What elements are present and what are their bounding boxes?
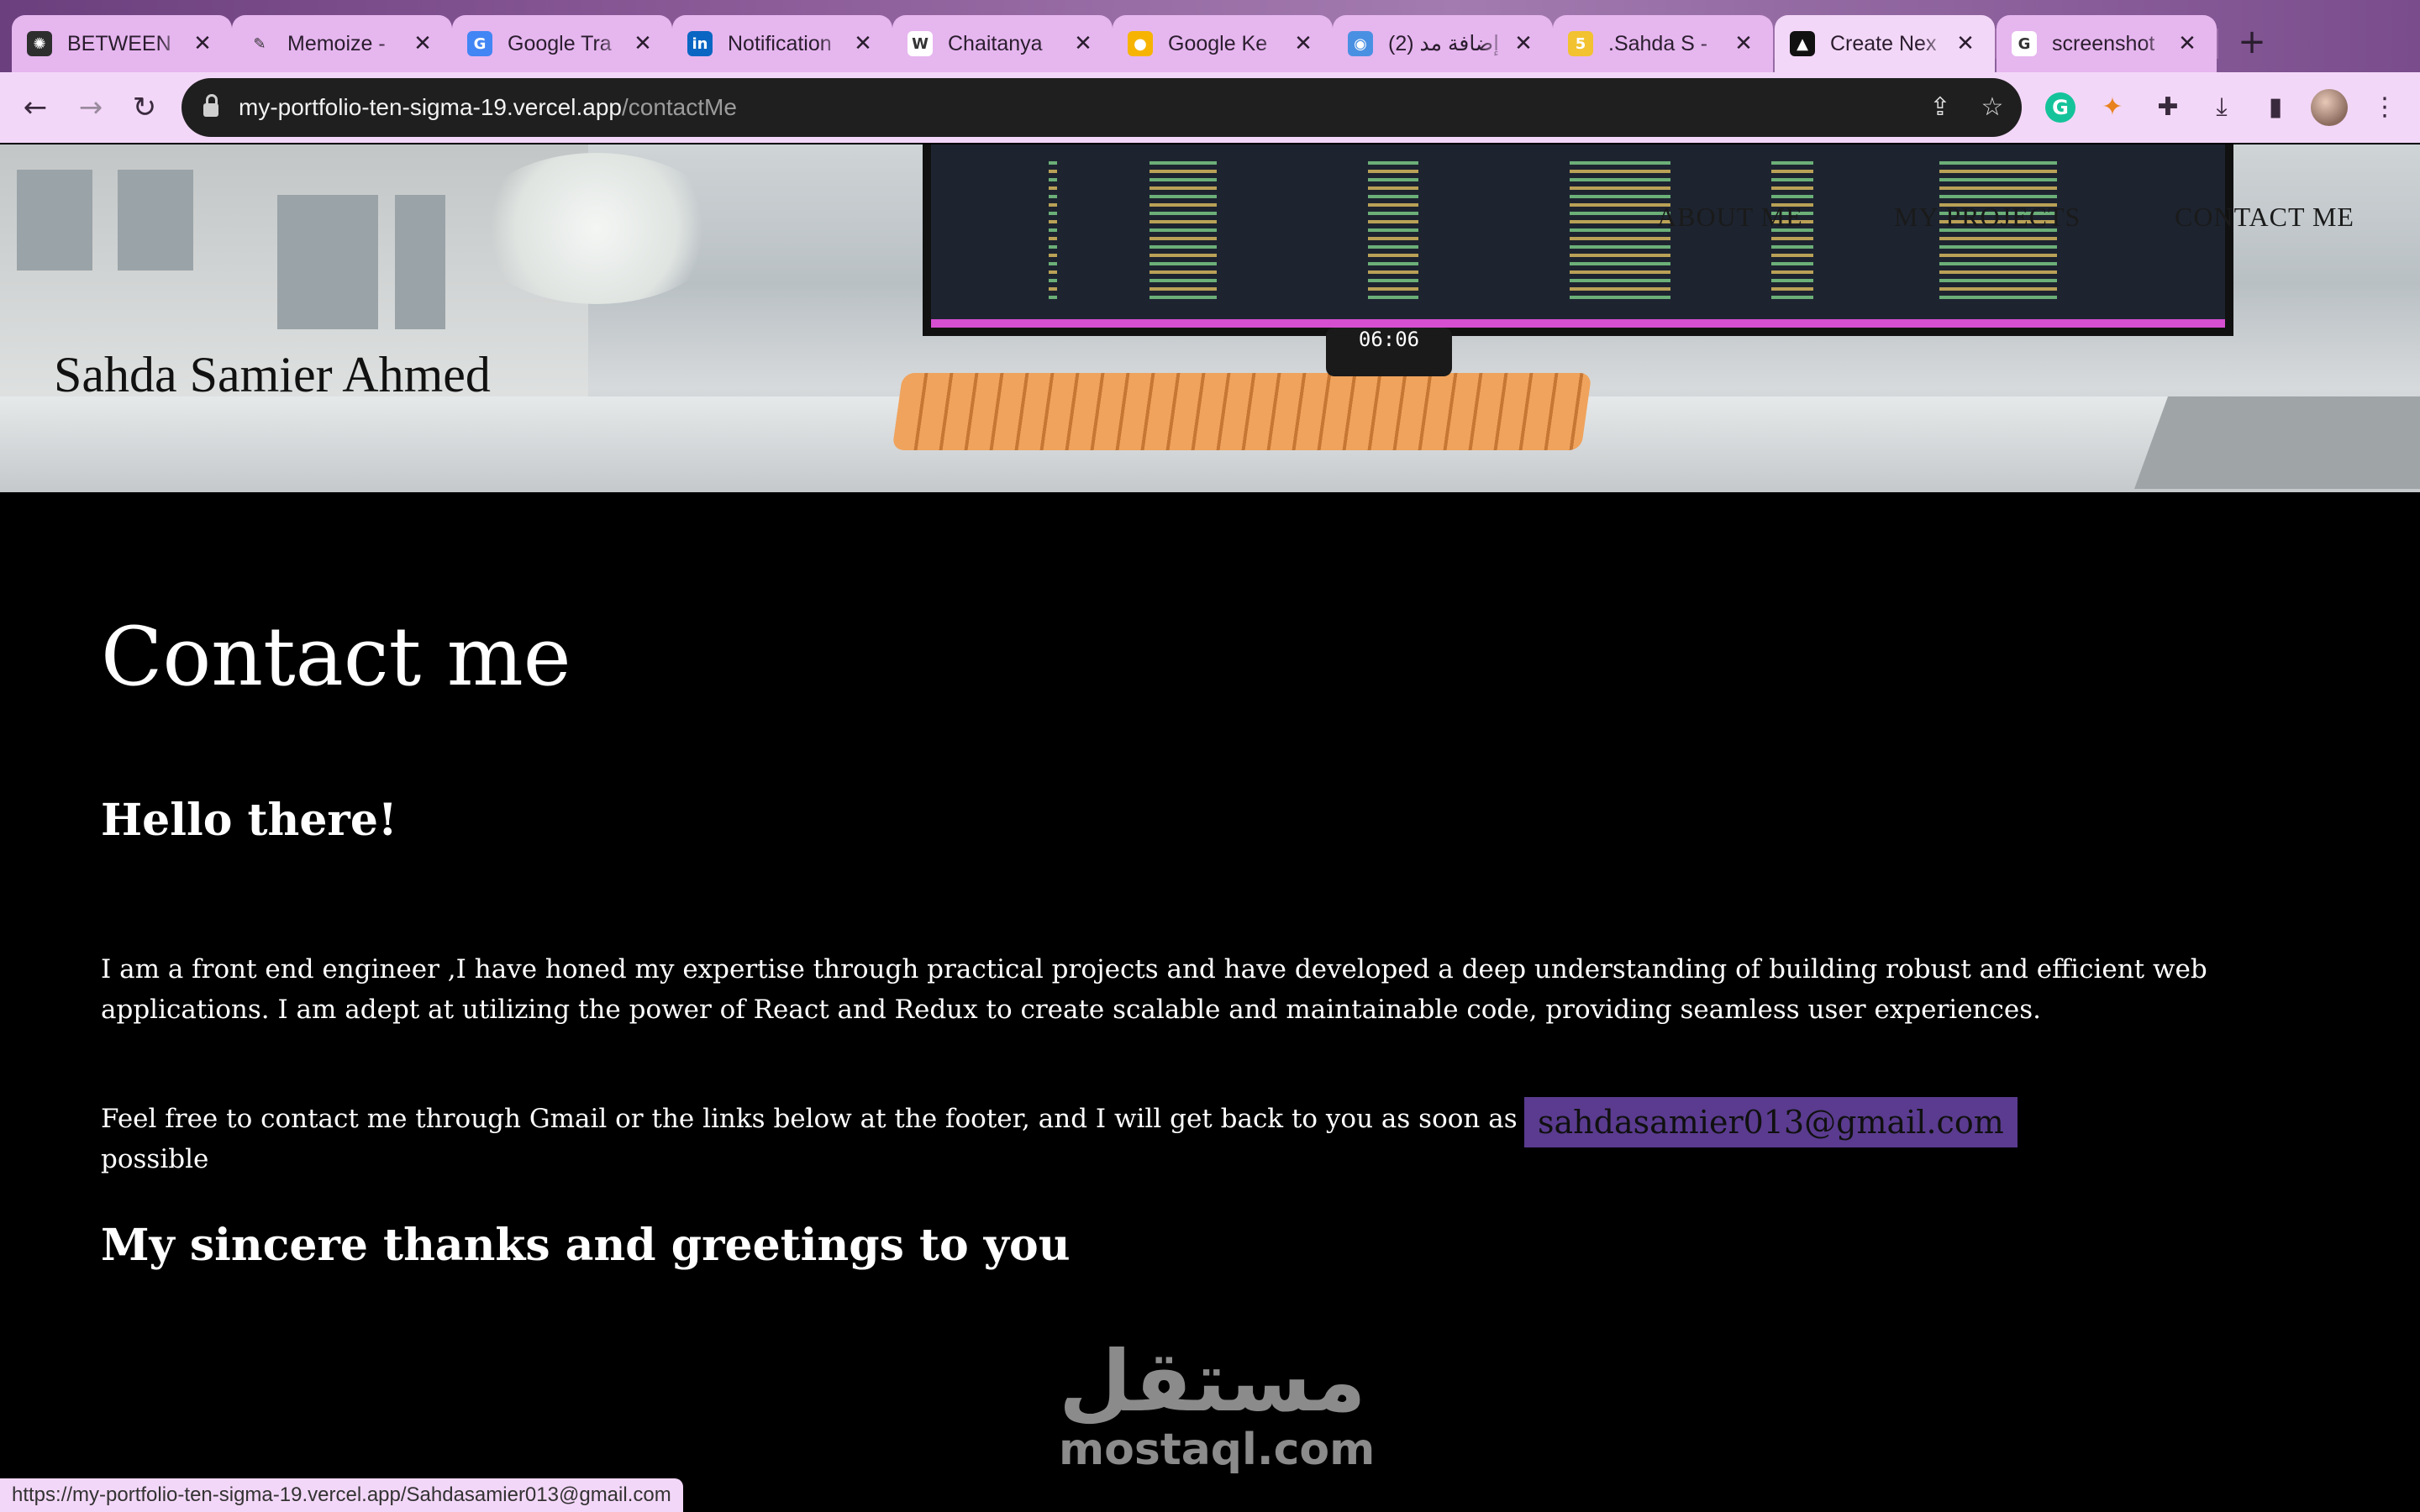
url-text[interactable]: my-portfolio-ten-sigma-19.vercel.app/con… [239,78,737,137]
window-shape [277,195,378,329]
nav-my-projects[interactable]: MY PROJECTS [1894,202,2081,233]
close-tab-icon[interactable]: ✕ [1069,31,1097,56]
extensions-puzzle-icon[interactable]: ✚ [2149,89,2186,126]
browser-tab[interactable]: ✺ BETWEEN ✕ [12,15,234,72]
mostaql-icon: ◉ [1348,31,1373,56]
thanks-heading: My sincere thanks and greetings to you [101,1220,1071,1271]
code-line [1939,161,2057,304]
tab-title: Google Tra [508,31,612,55]
address-bar[interactable]: my-portfolio-ten-sigma-19.vercel.app/con… [182,78,2022,137]
hero-banner-image: 06:06 [0,144,2420,492]
lock-icon[interactable] [203,94,218,117]
code-line [1771,161,1813,304]
profile-avatar[interactable] [2311,89,2348,126]
close-tab-icon[interactable]: ✕ [1729,31,1758,56]
site-title[interactable]: Sahda Samier Ahmed [54,346,491,404]
code-line [1049,161,1057,304]
tab-title: BETWEEN [67,31,171,55]
grammarly-extension-icon[interactable]: G [2045,92,2075,123]
monitor-illustration [923,144,2233,336]
page-title: Contact me [101,610,571,704]
browser-tab[interactable]: ◉ (2) إضافة مد ✕ [1333,15,1555,72]
code-line [1150,161,1217,304]
code-line [1570,161,1670,304]
wix-icon: W [908,31,933,56]
vercel-icon: ▲ [1790,31,1815,56]
tab-title: .Sahda S - [1608,31,1708,55]
tab-title: Chaitanya [948,31,1043,55]
nav-contact-me[interactable]: CONTACT ME [2175,202,2354,233]
tab-separator [2217,29,2218,59]
share-icon[interactable]: ⇪ [1919,78,1961,137]
nav-about-me[interactable]: ABOUT ME [1657,202,1803,233]
bookmark-star-icon[interactable]: ☆ [1971,78,2013,137]
forward-icon[interactable]: → [69,86,113,129]
tab-title: Memoize - [287,31,386,55]
close-tab-icon[interactable]: ✕ [1509,31,1538,56]
browser-tab[interactable]: G Google Tra ✕ [452,15,674,72]
monitor-glow [931,319,2225,328]
code-line [1368,161,1418,304]
new-tab-button[interactable]: + [2228,18,2275,66]
close-tab-icon[interactable]: ✕ [1951,31,1980,56]
linkedin-icon: in [687,31,713,56]
browser-menu-icon[interactable]: ⋮ [2366,89,2403,126]
window-shape [395,195,445,329]
tab-title: (2) إضافة مد [1388,32,1500,55]
google-keep-icon: ● [1128,31,1153,56]
laptop-illustration [2133,396,2420,489]
chatgpt-icon: ✺ [27,31,52,56]
reload-icon[interactable]: ↻ [123,86,166,129]
download-icon[interactable]: ⤓ [2203,89,2240,126]
browser-tab[interactable]: ✎ Memoize - ✕ [232,15,454,72]
link-status-bar: https://my-portfolio-ten-sigma-19.vercel… [0,1478,683,1512]
watermark-latin: mostaql.com [1059,1425,1376,1475]
close-tab-icon[interactable]: ✕ [849,31,877,56]
tab-title: screenshot [2052,31,2155,55]
tab-title: Create Nex [1830,31,1937,55]
number-five-icon: 5 [1568,31,1593,56]
about-paragraph: I am a front end engineer ,I have honed … [101,954,2207,1025]
back-icon[interactable]: ← [13,86,57,129]
close-tab-icon[interactable]: ✕ [2173,31,2202,56]
browser-tab[interactable]: 5 .Sahda S - ✕ [1553,15,1775,72]
mostaql-watermark: مستقل mostaql.com [1059,1332,1376,1475]
tab-title: Notification [728,31,832,55]
keyboard-illustration [892,373,1592,450]
greeting-heading: Hello there! [101,795,397,846]
close-tab-icon[interactable]: ✕ [188,31,217,56]
side-panel-icon[interactable]: ▮ [2257,89,2294,126]
browser-tab[interactable]: ▲ Create Nex ✕ [1775,15,1996,72]
flowers-decoration [471,153,723,304]
browser-tab[interactable]: in Notification ✕ [672,15,894,72]
email-link[interactable]: sahdasamier013@gmail.com [1524,1097,2018,1147]
window-shape [17,170,92,270]
tab-title: Google Ke [1168,31,1268,55]
browser-tab[interactable]: Gscreenshot ✕ [1996,15,2218,72]
close-tab-icon[interactable]: ✕ [408,31,437,56]
close-tab-icon[interactable]: ✕ [1289,31,1318,56]
browser-tab-strip: ✺ BETWEEN ✕ ✎ Memoize - ✕ G Google Tra ✕ in Notifi… [0,0,2420,72]
close-tab-icon[interactable]: ✕ [629,31,657,56]
browser-tab[interactable]: W Chaitanya ✕ [892,15,1114,72]
feather-icon: ✎ [247,31,272,56]
google-icon: G [2012,31,2037,56]
contact-cta-text: Feel free to contact me through Gmail or… [101,1104,1518,1174]
google-translate-icon: G [467,31,492,56]
window-shape [118,170,193,270]
watermark-arabic: مستقل [1059,1332,1366,1431]
metamask-extension-icon[interactable]: ✦ [2094,89,2131,126]
browser-tab[interactable]: ● Google Ke ✕ [1113,15,1334,72]
desk-clock: 06:06 [1326,328,1452,376]
